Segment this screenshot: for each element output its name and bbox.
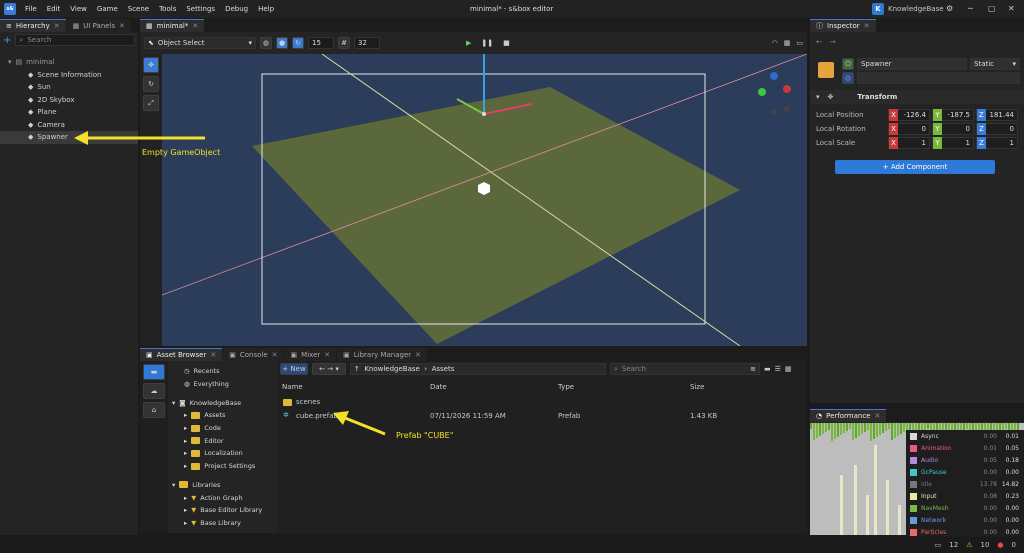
message-count: 12 (949, 541, 959, 549)
warning-icon[interactable]: ⚠ (966, 541, 972, 549)
annotation-spawner: Empty GameObject (142, 148, 221, 157)
annotation-prefab: Prefab "CUBE" (396, 431, 454, 440)
status-bar: ▭ 12 ⚠ 10 ● 0 (0, 537, 1024, 553)
message-icon[interactable]: ▭ (935, 541, 942, 549)
annotation-layer (74, 131, 386, 436)
error-count: 0 (1011, 541, 1016, 549)
warning-count: 10 (980, 541, 990, 549)
error-icon[interactable]: ● (997, 541, 1003, 549)
